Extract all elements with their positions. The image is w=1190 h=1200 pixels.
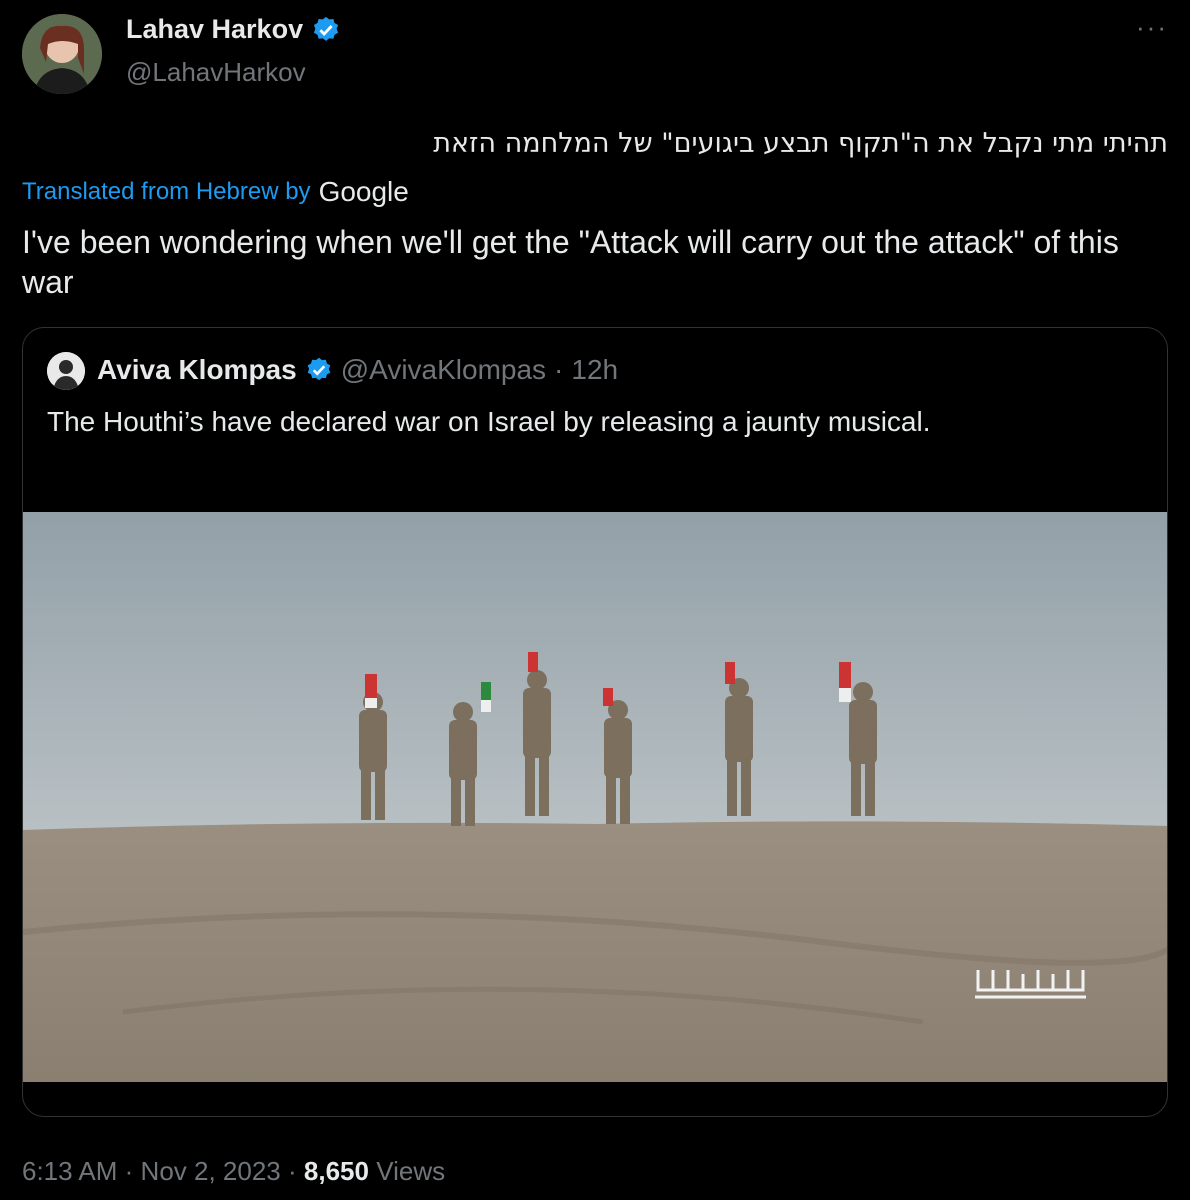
google-logo: Google — [318, 176, 409, 207]
more-icon[interactable]: ··· — [1136, 14, 1168, 40]
tweet-original-text: תהיתי מתי נקבל את ה"תקוף תבצע ביגועים" ש… — [433, 128, 1168, 159]
views-label: Views — [376, 1156, 446, 1186]
quote-media-video[interactable] — [23, 512, 1167, 1082]
quote-separator: · — [554, 354, 564, 385]
author-name[interactable]: Lahav Harkov — [126, 14, 303, 45]
tweet-date[interactable]: Nov 2, 2023 — [141, 1156, 281, 1186]
tweet-translation: I've been wondering when we'll get the "… — [22, 224, 1119, 300]
meta-separator: · — [124, 1156, 134, 1186]
tweet-meta: 6:13 AM · Nov 2, 2023 · 8,650 Views — [22, 1156, 445, 1187]
translation-attribution[interactable]: Translated from Hebrew by Google — [22, 176, 409, 208]
quote-author-name[interactable]: Aviva Klompas — [97, 354, 297, 386]
author-avatar[interactable] — [22, 14, 102, 94]
quote-avatar[interactable] — [47, 352, 85, 390]
quoted-tweet-card[interactable]: Aviva Klompas @AvivaKlompas · 12h The Ho… — [22, 327, 1168, 1117]
verified-badge-icon — [313, 16, 339, 41]
author-handle[interactable]: @LahavHarkov — [126, 57, 306, 88]
quote-time[interactable]: 12h — [571, 354, 618, 386]
author-name-row[interactable]: Lahav Harkov — [126, 14, 341, 45]
meta-separator: · — [288, 1156, 297, 1186]
verified-badge-icon — [307, 357, 331, 381]
quote-author-handle[interactable]: @AvivaKlompas — [341, 354, 546, 386]
views-count[interactable]: 8,650 — [304, 1156, 369, 1186]
translated-from-label[interactable]: Translated from Hebrew by — [22, 178, 311, 206]
quote-header: Aviva Klompas @AvivaKlompas · 12h — [97, 354, 618, 386]
quote-text: The Houthi’s have declared war on Israel… — [47, 406, 931, 437]
tweet-time[interactable]: 6:13 AM — [22, 1156, 117, 1186]
